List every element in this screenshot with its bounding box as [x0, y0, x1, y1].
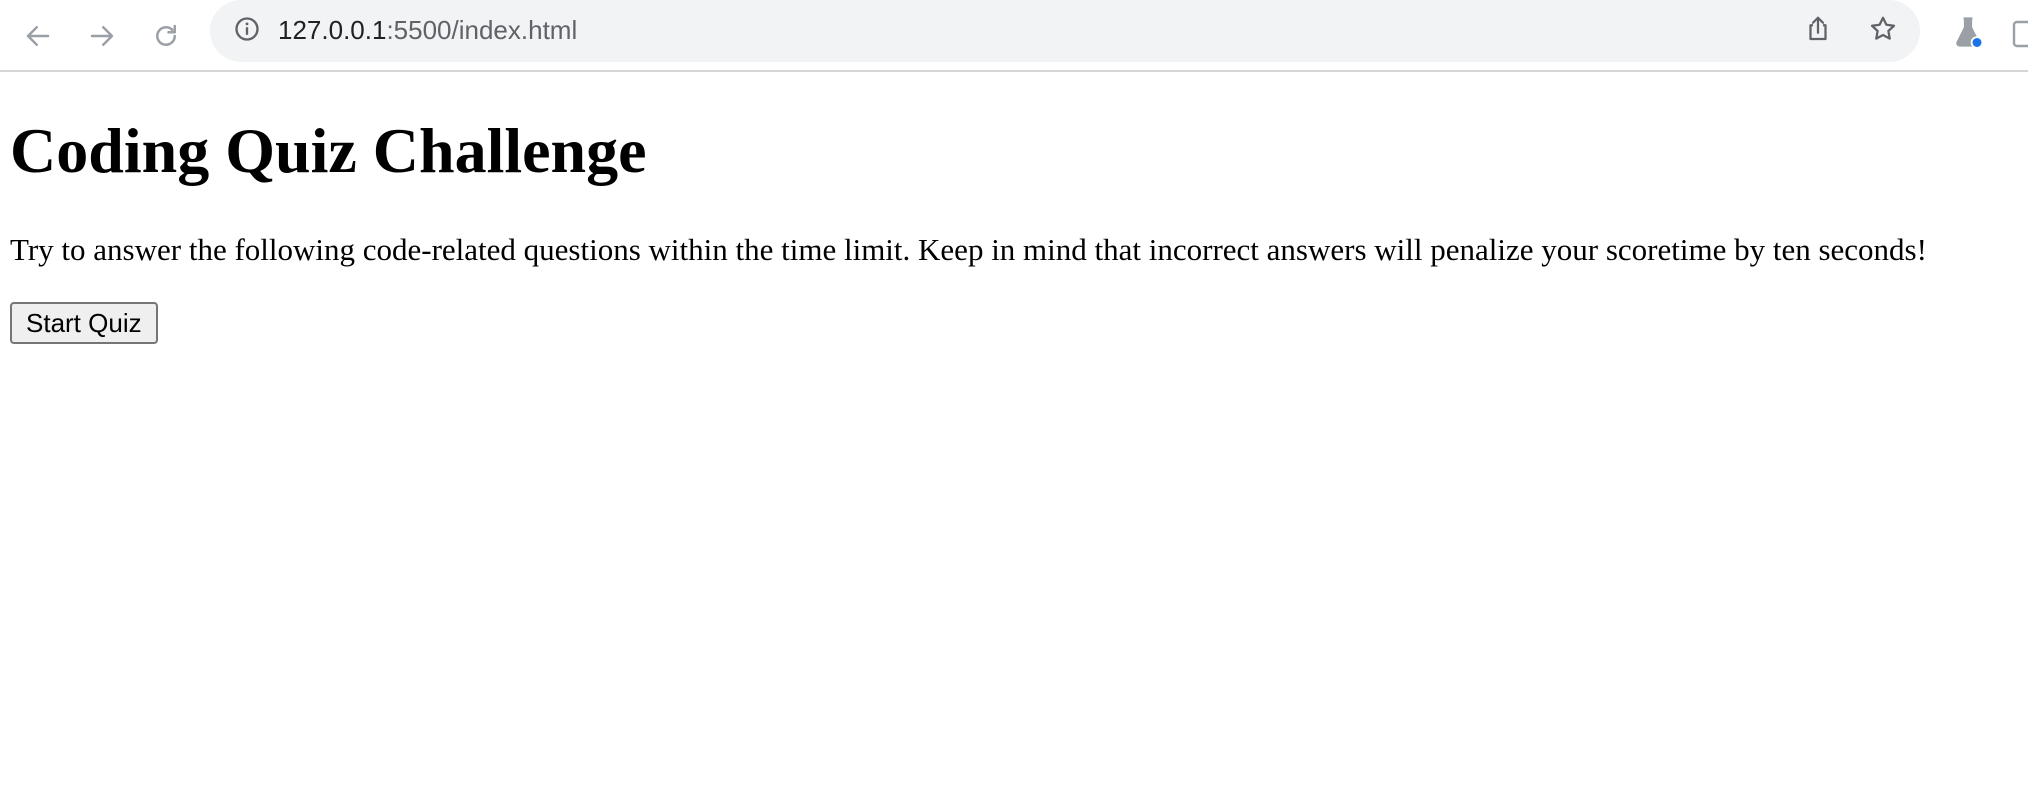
arrow-right-icon: [87, 21, 117, 51]
reload-icon: [151, 21, 181, 51]
extension-button[interactable]: [1944, 10, 1992, 58]
share-button[interactable]: [1795, 8, 1841, 54]
flask-icon: [1950, 14, 1986, 55]
page-content: Coding Quiz Challenge Try to answer the …: [0, 74, 2028, 792]
bookmark-button[interactable]: [1860, 8, 1906, 54]
url-path: :5500/index.html: [386, 15, 578, 45]
address-bar[interactable]: 127.0.0.1:5500/index.html: [210, 0, 1920, 62]
site-info-button[interactable]: [230, 14, 264, 48]
reload-button[interactable]: [140, 10, 192, 62]
share-icon: [1803, 14, 1833, 49]
side-panel-button[interactable]: [2010, 12, 2028, 56]
side-panel-icon: [2010, 20, 2028, 60]
back-button[interactable]: [12, 10, 64, 62]
page-title: Coding Quiz Challenge: [10, 115, 647, 186]
arrow-left-icon: [23, 21, 53, 51]
info-icon: [233, 15, 261, 48]
url-text[interactable]: 127.0.0.1:5500/index.html: [278, 12, 577, 48]
url-host: 127.0.0.1: [278, 15, 387, 45]
browser-toolbar: 127.0.0.1:5500/index.html: [0, 0, 2028, 72]
forward-button[interactable]: [76, 10, 128, 62]
intro-text: Try to answer the following code-related…: [10, 232, 1927, 267]
star-icon: [1868, 14, 1898, 49]
start-quiz-button[interactable]: Start Quiz: [10, 302, 158, 344]
